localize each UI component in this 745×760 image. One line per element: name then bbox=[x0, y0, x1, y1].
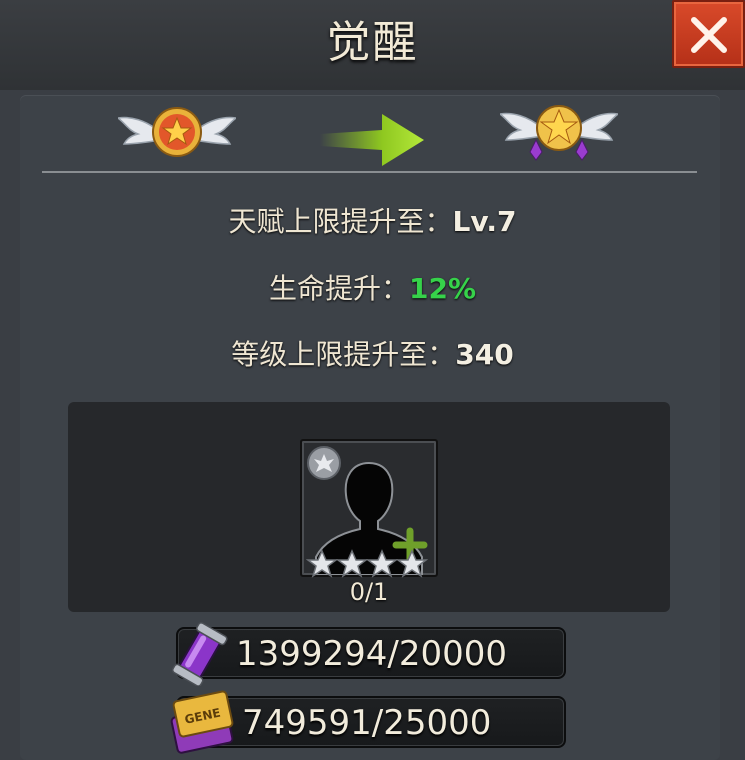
talent-cap-stat: 天赋上限提升至：Lv.7 bbox=[0, 200, 745, 240]
star-rating bbox=[306, 549, 429, 578]
page-title: 觉醒 bbox=[326, 17, 419, 68]
gene-card-icon: GENE bbox=[170, 690, 234, 754]
stat-value: 340 bbox=[455, 338, 514, 371]
stat-value: Lv.7 bbox=[452, 205, 517, 238]
faction-emblem-icon bbox=[307, 446, 341, 480]
divider bbox=[42, 171, 697, 173]
hp-boost-stat: 生命提升：12% bbox=[0, 267, 745, 307]
stat-label: 等级上限提升至： bbox=[231, 338, 456, 371]
stat-value: 12% bbox=[408, 272, 477, 305]
winged-star-badge-icon bbox=[118, 107, 236, 157]
hero-slot[interactable] bbox=[300, 439, 438, 578]
arrow-right-icon bbox=[320, 114, 424, 166]
resource-amount: 1399294/20000 bbox=[236, 634, 508, 674]
hero-count: 0/1 bbox=[349, 578, 389, 606]
purple-vial-icon bbox=[171, 622, 228, 686]
close-icon bbox=[691, 17, 727, 53]
resource-bar-vial: 1399294/20000 bbox=[176, 627, 566, 679]
resource-amount: 749591/25000 bbox=[242, 703, 492, 743]
star-icon bbox=[306, 549, 429, 578]
close-button[interactable] bbox=[672, 0, 745, 68]
winged-star-gem-badge-icon bbox=[500, 105, 618, 161]
level-cap-stat: 等级上限提升至：340 bbox=[0, 333, 745, 373]
stat-label: 生命提升： bbox=[268, 272, 409, 305]
stat-label: 天赋上限提升至： bbox=[228, 205, 453, 238]
